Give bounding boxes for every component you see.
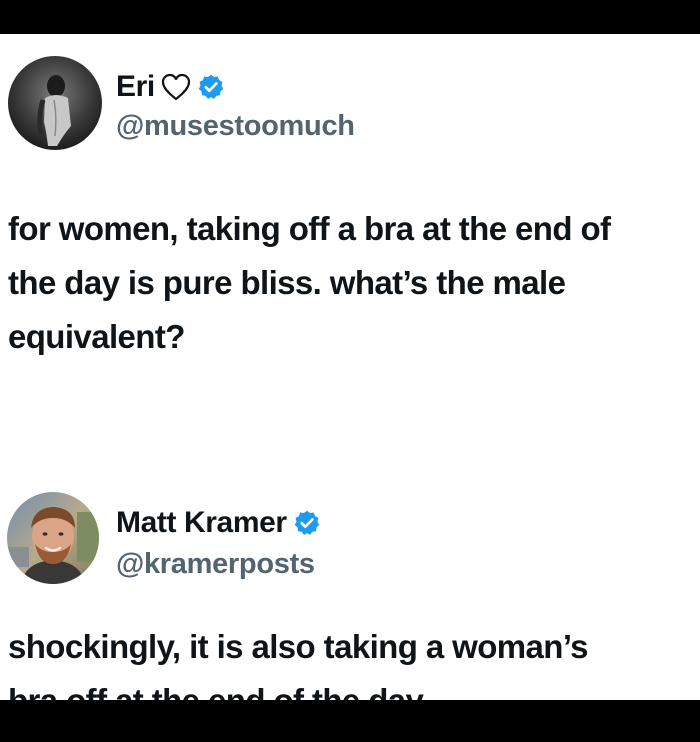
post-card: Eri @musestoomuch for women, taking off … xyxy=(0,34,700,700)
tweet-text-line: equivalent? xyxy=(8,318,185,355)
verified-badge-icon xyxy=(293,509,321,537)
avatar-matt-kramer[interactable] xyxy=(7,492,99,584)
handle[interactable]: @kramerposts xyxy=(116,548,315,581)
tweet-text: shockingly, it is also taking a woman’s … xyxy=(8,620,688,700)
handle[interactable]: @musestoomuch xyxy=(116,110,355,143)
avatar-image xyxy=(8,56,102,150)
tweet-text-line: the day is pure bliss. what’s the male xyxy=(8,264,566,301)
avatar-eri[interactable] xyxy=(8,56,102,150)
display-name[interactable]: Matt Kramer xyxy=(116,506,287,540)
tweet-text: for women, taking off a bra at the end o… xyxy=(8,202,688,364)
screenshot-frame: Eri @musestoomuch for women, taking off … xyxy=(0,0,700,742)
heart-outline-icon xyxy=(161,73,191,101)
tweet-text-line: bra off at the end of the day xyxy=(8,674,688,700)
name-row: Matt Kramer xyxy=(116,506,321,540)
avatar-image xyxy=(7,492,99,584)
tweet-text-line: shockingly, it is also taking a woman’s xyxy=(8,628,589,665)
verified-badge-icon xyxy=(197,73,225,101)
display-name[interactable]: Eri xyxy=(116,70,155,104)
tweet-text-line: for women, taking off a bra at the end o… xyxy=(8,210,611,247)
name-row: Eri xyxy=(116,70,225,104)
